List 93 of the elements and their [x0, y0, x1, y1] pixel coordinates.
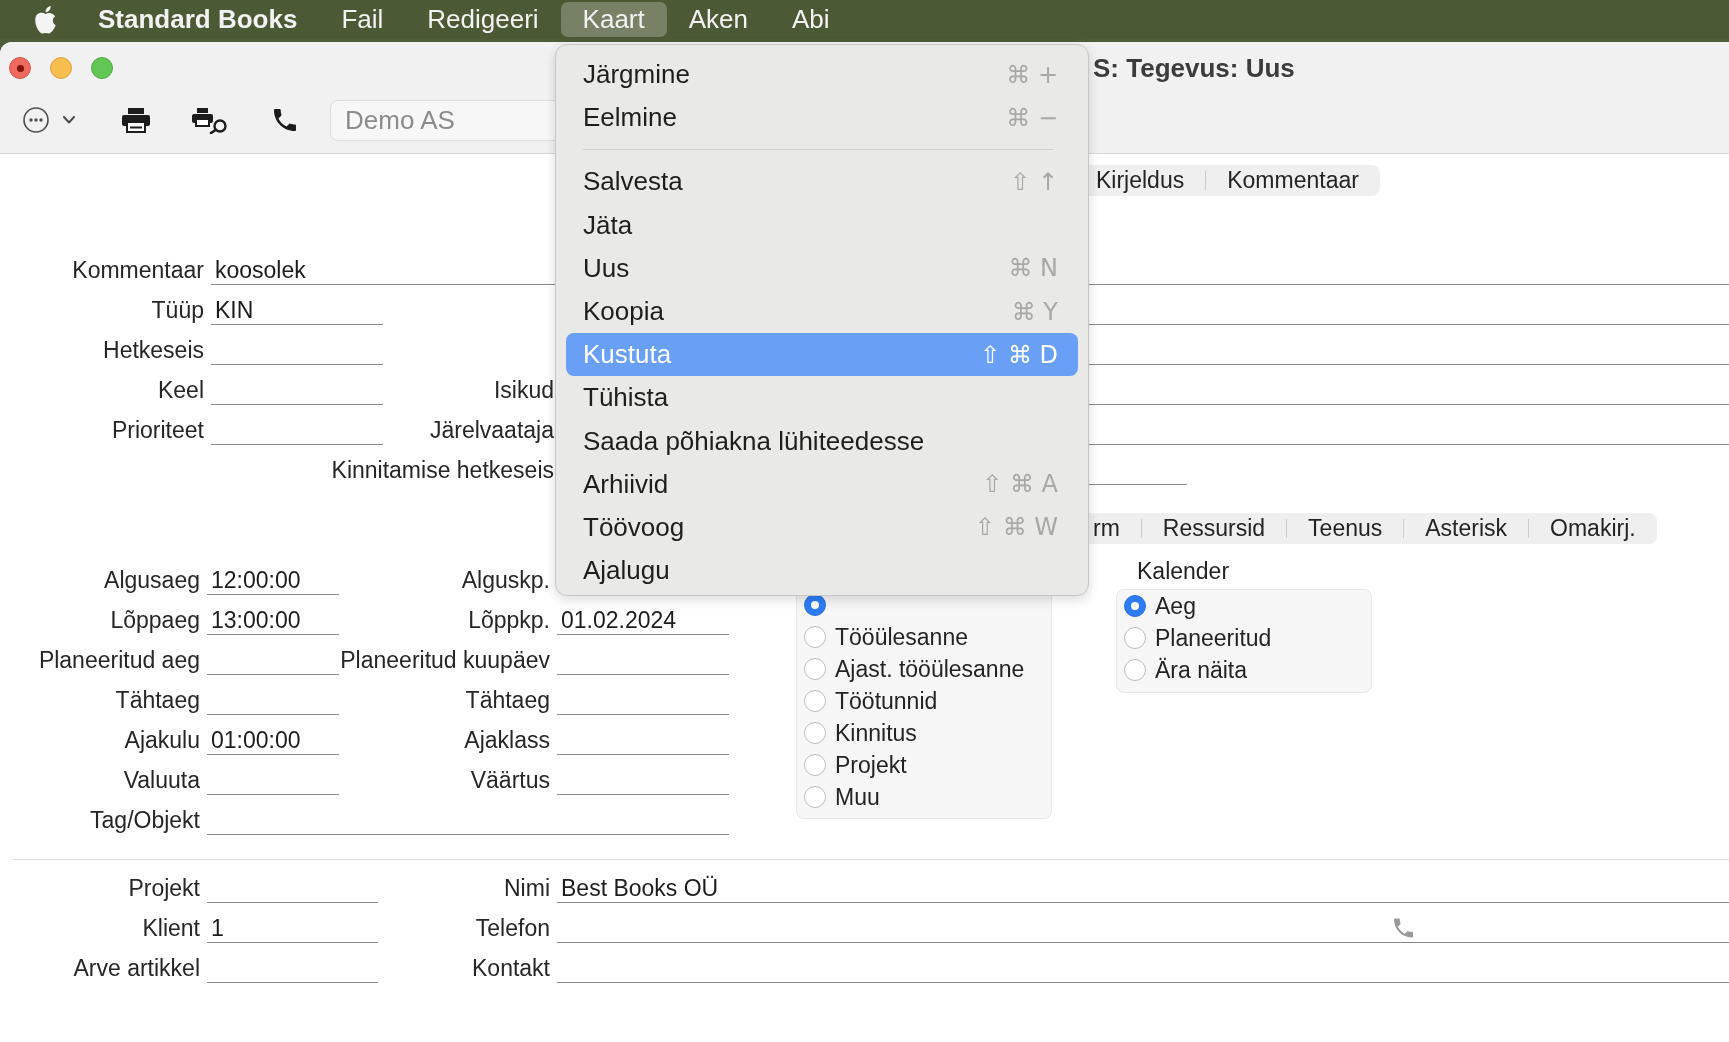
field-label: Kommentaar [71, 256, 204, 284]
radio-button[interactable] [1124, 627, 1146, 649]
menu-bar-item[interactable]: Standard Books [76, 2, 320, 37]
input-field[interactable]: 12:00:00 [207, 565, 339, 595]
field-label: Klient [141, 914, 200, 942]
printer-magnifier-icon[interactable] [192, 106, 228, 134]
menu-bar-item[interactable]: Aken [666, 2, 770, 37]
menu-item[interactable]: Järgmine ⌘ + [566, 53, 1078, 97]
field-label: Ajakulu [123, 726, 200, 754]
field-label: Kinnitamise hetkeseis [330, 456, 554, 484]
radio-button[interactable] [804, 786, 826, 808]
shortcut-text: ⌘ − [1006, 103, 1058, 132]
option-label[interactable]: Ära näita [1155, 656, 1248, 684]
option-label[interactable]: Planeeritud [1155, 624, 1272, 652]
field-label: Tag/Objekt [89, 806, 200, 834]
tab[interactable]: Asterisk [1404, 513, 1529, 544]
option-label[interactable]: Aeg [1155, 592, 1196, 620]
menu-item[interactable]: Ajalugu [566, 549, 1078, 593]
menu-item[interactable]: Saada põhiakna lühiteedesse [566, 419, 1078, 463]
field-label: Algusaeg [103, 566, 200, 594]
radio-button[interactable] [1124, 595, 1146, 617]
field-label: Lõppkp. [467, 606, 550, 634]
option-label[interactable]: Ajast. tööülesanne [835, 655, 1025, 683]
field-label: Tähtaeg [114, 686, 200, 714]
radio-button[interactable] [804, 690, 826, 712]
shortcut-text: ⇧ ↑ [1010, 167, 1058, 196]
tab[interactable]: Kommentaar [1206, 165, 1380, 196]
option-label[interactable]: Projekt [835, 751, 907, 779]
radio-button[interactable] [804, 626, 826, 648]
field-label: Planeeritud aeg [37, 646, 200, 674]
field-label: Arve artikkel [72, 954, 200, 982]
field-label: Järelvaataja [428, 416, 554, 444]
field-label: Kontakt [471, 954, 550, 982]
menu-item[interactable]: Salvesta ⇧ ↑ [566, 160, 1078, 204]
menu-bar-item[interactable]: Redigeeri [405, 2, 561, 37]
shortcut-text: ⌘ Y [1011, 297, 1058, 326]
shortcut-text: ⇧ ⌘ D [980, 340, 1058, 369]
input-field[interactable]: Best Books OÜ [557, 873, 1729, 903]
field-label: Telefon [474, 914, 550, 942]
shortcut-text: ⇧ ⌘ W [974, 513, 1058, 542]
chevron-down-icon[interactable] [63, 116, 75, 124]
option-label[interactable]: Töötunnid [835, 687, 938, 715]
radio-button[interactable] [804, 754, 826, 776]
tab[interactable]: Ressursid [1141, 513, 1287, 544]
shortcut-text: ⌘ + [1006, 60, 1058, 89]
field-label: Planeeritud kuupäev [339, 646, 550, 674]
radio-button[interactable] [804, 658, 826, 680]
phone-icon[interactable] [274, 108, 296, 132]
radio-button[interactable] [804, 594, 826, 616]
window-title: S: Tegevus: Uus [1093, 52, 1295, 84]
option-label[interactable]: Kinnitus [835, 719, 917, 747]
menu-item[interactable]: Tühista [566, 376, 1078, 420]
printer-icon[interactable] [121, 107, 151, 133]
option-label[interactable]: Tööülesanne [835, 623, 968, 651]
tab[interactable]: Teenus [1287, 513, 1404, 544]
menu-item[interactable]: Arhiivid ⇧ ⌘ A [566, 462, 1078, 506]
field-label: Tähtaeg [464, 686, 550, 714]
input-field[interactable]: 13:00:00 [207, 605, 339, 635]
field-label: Alguskp. [460, 566, 550, 594]
field-label: Hetkeseis [102, 336, 204, 364]
radio-button[interactable] [804, 722, 826, 744]
menu-item[interactable]: Koopia ⌘ Y [566, 289, 1078, 334]
input-field[interactable]: 01.02.2024 [557, 605, 729, 635]
shortcut-text: ⌘ N [1008, 254, 1058, 283]
menu-bar-item[interactable]: Abi [770, 2, 852, 37]
menu-item[interactable]: Uus ⌘ N [566, 246, 1078, 290]
close-button[interactable] [9, 57, 31, 79]
tab[interactable]: Omakirj. [1529, 513, 1657, 544]
field-label: Lõppaeg [109, 606, 200, 634]
field-label: Tüüp [150, 296, 204, 324]
radio-button[interactable] [1124, 659, 1146, 681]
input-field[interactable]: 01:00:00 [207, 725, 339, 755]
field-label: Ajaklass [463, 726, 550, 754]
group-title: Kalender [1136, 560, 1230, 582]
field-label: Väärtus [469, 766, 550, 794]
more-icon[interactable] [23, 107, 49, 133]
menu-item[interactable]: Jäta [566, 203, 1078, 247]
field-label: Projekt [127, 874, 200, 902]
field-label: Prioriteet [110, 416, 204, 444]
input-field[interactable]: KIN [211, 295, 383, 325]
shortcut-text: ⇧ ⌘ A [982, 470, 1058, 499]
menu-item[interactable]: Töövoog ⇧ ⌘ W [566, 505, 1078, 550]
field-label: Keel [156, 376, 204, 404]
menu-bar-item[interactable]: Fail [319, 2, 406, 37]
field-label: Nimi [503, 874, 550, 902]
zoom-button[interactable] [91, 57, 113, 79]
field-label: Isikud [492, 376, 554, 404]
input-field[interactable]: 1 [207, 913, 378, 943]
field-label: Valuuta [122, 766, 200, 794]
option-label[interactable]: Muu [835, 783, 880, 811]
minimize-button[interactable] [50, 57, 72, 79]
menu-bar-item[interactable]: Kaart [560, 2, 667, 37]
apple-icon[interactable] [35, 5, 56, 34]
